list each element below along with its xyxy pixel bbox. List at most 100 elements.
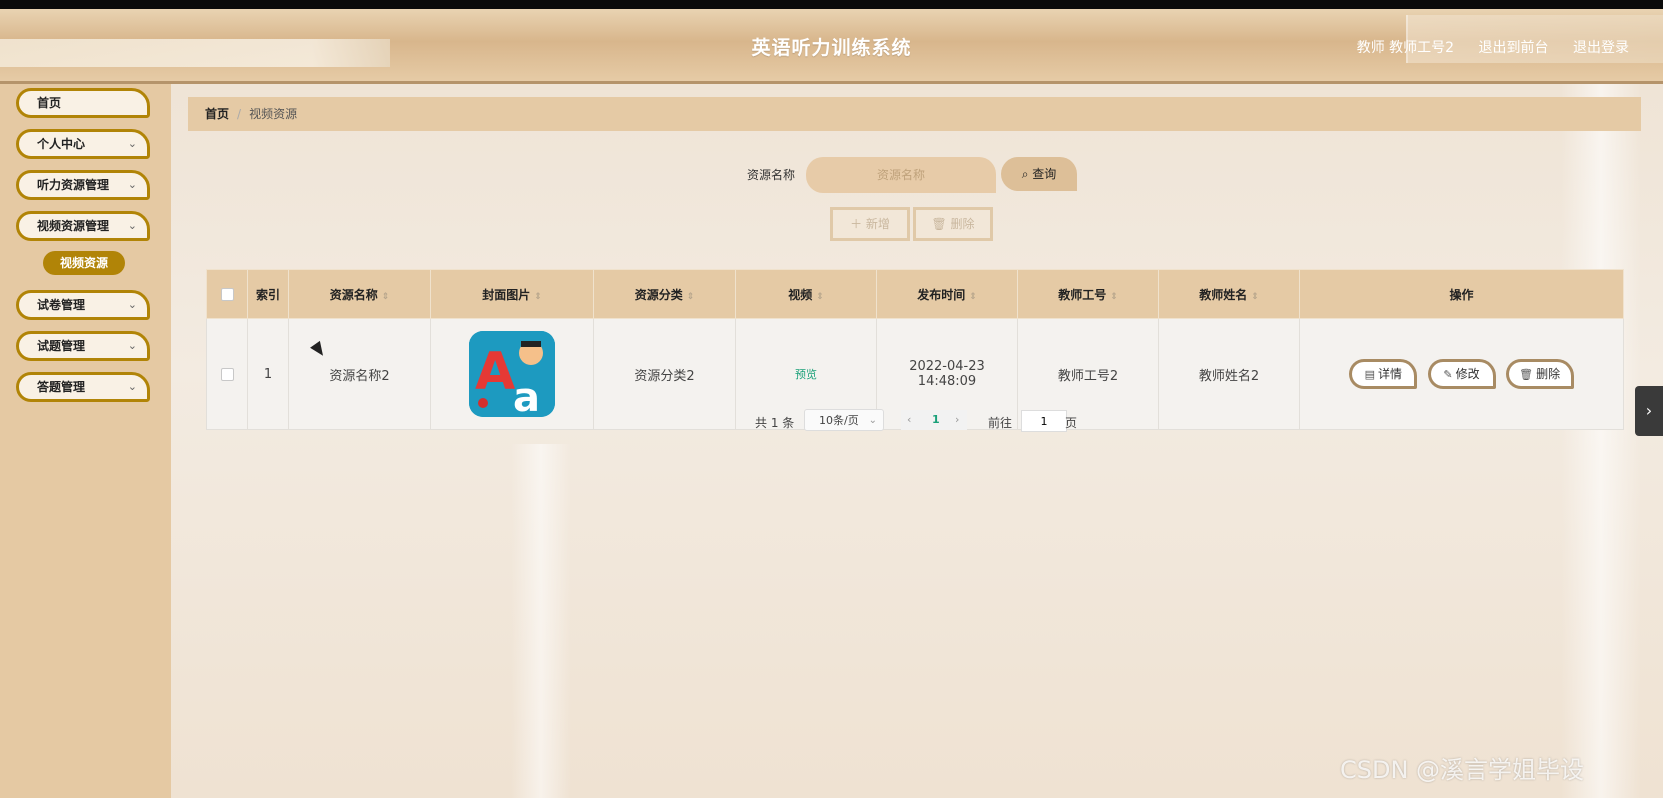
alphabet-cover-icon: A a xyxy=(469,331,555,417)
edit-button[interactable]: ✎ 修改 xyxy=(1427,359,1496,389)
column-header-index: 索引 xyxy=(247,269,289,319)
sidebar-item-label: 视频资源管理 xyxy=(37,219,110,233)
sort-icon[interactable]: ⇕ xyxy=(382,292,390,302)
svg-text:a: a xyxy=(513,375,540,417)
search-icon: ⌕ xyxy=(1021,167,1029,181)
sidebar-item-papers[interactable]: 试卷管理 ⌄ xyxy=(16,290,150,320)
sort-icon[interactable]: ⇕ xyxy=(816,292,824,302)
chevron-down-icon: ⌄ xyxy=(868,415,877,426)
add-button[interactable]: ＋ 新增 xyxy=(830,207,910,241)
column-header-teacher-id[interactable]: 教师工号 ⇕ xyxy=(1017,269,1159,319)
cover-image[interactable]: A a xyxy=(469,331,555,417)
sort-icon[interactable]: ⇕ xyxy=(1251,292,1259,302)
pagination-nav: ‹ 1 › xyxy=(901,410,967,430)
breadcrumb: 首页 / 视频资源 xyxy=(188,97,1641,131)
goto-prefix: 前往 xyxy=(988,416,1013,430)
current-user-label: 教师 教师工号2 xyxy=(1356,40,1455,56)
sort-icon[interactable]: ⇕ xyxy=(534,292,542,302)
breadcrumb-separator: / xyxy=(237,107,242,121)
name-cell: 资源名称2 xyxy=(288,318,431,430)
top-bar xyxy=(0,0,1663,9)
column-label: 索引 xyxy=(255,287,280,302)
batch-delete-button[interactable]: 🗑 删除 xyxy=(913,207,993,241)
row-select-cell xyxy=(206,318,248,430)
trash-icon: 🗑 xyxy=(1519,368,1534,381)
watermark: CSDN @溪言学姐毕设 xyxy=(1340,756,1585,784)
chevron-right-icon: › xyxy=(1645,401,1653,420)
back-to-front-link[interactable]: 退出到前台 xyxy=(1479,40,1549,56)
page-number[interactable]: 1 xyxy=(932,410,940,430)
sidebar-item-label: 听力资源管理 xyxy=(37,178,110,192)
column-header-cover[interactable]: 封面图片 ⇕ xyxy=(430,269,594,319)
page-size-select[interactable]: 10条/页 ⌄ xyxy=(804,409,884,431)
chevron-down-icon: ⌄ xyxy=(127,380,137,393)
edit-button-label: 修改 xyxy=(1455,367,1480,381)
column-label: 操作 xyxy=(1449,287,1474,302)
background-light xyxy=(511,444,571,798)
side-expand-tab[interactable]: › xyxy=(1635,386,1663,436)
sidebar-item-video-resources[interactable]: 视频资源管理 ⌄ xyxy=(16,211,150,241)
cover-cell: A a xyxy=(430,318,594,430)
pagination-total: 共 1 条 xyxy=(755,416,795,430)
document-icon: ▤ xyxy=(1364,368,1376,381)
goto-suffix: 页 xyxy=(1065,416,1078,430)
column-header-video[interactable]: 视频 ⇕ xyxy=(735,269,877,319)
delete-button-label: 删除 xyxy=(1536,367,1561,381)
search-button[interactable]: ⌕ 查询 xyxy=(1001,157,1077,191)
sidebar-item-questions[interactable]: 试题管理 ⌄ xyxy=(16,331,150,361)
column-header-name[interactable]: 资源名称 ⇕ xyxy=(288,269,431,319)
teacher-name-cell: 教师姓名2 xyxy=(1158,318,1300,430)
plus-icon: ＋ xyxy=(850,217,863,231)
sort-icon[interactable]: ⇕ xyxy=(969,292,977,302)
column-label: 教师工号 xyxy=(1058,287,1107,302)
search-label: 资源名称 xyxy=(747,168,796,182)
chevron-down-icon: ⌄ xyxy=(127,219,137,232)
column-header-actions: 操作 xyxy=(1299,269,1624,319)
logout-link[interactable]: 退出登录 xyxy=(1573,40,1629,56)
sidebar: 首页 个人中心 ⌄ 听力资源管理 ⌄ 视频资源管理 ⌄ 视频资源 试卷管理 ⌄ … xyxy=(0,84,172,798)
prev-page-icon[interactable]: ‹ xyxy=(907,410,911,430)
goto-page-input[interactable] xyxy=(1021,410,1067,432)
column-label: 教师姓名 xyxy=(1199,287,1248,302)
column-header-teacher-name[interactable]: 教师姓名 ⇕ xyxy=(1158,269,1300,319)
sidebar-item-label: 试卷管理 xyxy=(37,298,86,312)
search-input[interactable] xyxy=(806,157,996,193)
column-label: 发布时间 xyxy=(917,287,966,302)
sidebar-item-label: 答题管理 xyxy=(37,380,86,394)
next-page-icon[interactable]: › xyxy=(955,410,959,430)
pencil-icon: ✎ xyxy=(1443,368,1453,381)
row-checkbox[interactable] xyxy=(220,367,234,381)
table-header-row: 索引 资源名称 ⇕ 封面图片 ⇕ 资源分类 ⇕ 视频 ⇕ 发布时间 ⇕ 教师工号 ⇕ 教师姓… xyxy=(206,269,1624,319)
main-content: 首页 / 视频资源 资源名称 ⌕ 查询 ＋ 新增 🗑 删除 索引 资源名称 ⇕ 封面图… xyxy=(171,84,1663,798)
column-header-category[interactable]: 资源分类 ⇕ xyxy=(593,269,736,319)
sidebar-item-personal-center[interactable]: 个人中心 ⌄ xyxy=(16,129,150,159)
delete-button[interactable]: 🗑 删除 xyxy=(1505,359,1574,389)
column-header-time[interactable]: 发布时间 ⇕ xyxy=(876,269,1018,319)
trash-icon: 🗑 xyxy=(931,217,947,231)
video-preview-link[interactable]: 预览 xyxy=(795,368,817,381)
video-resource-table: 索引 资源名称 ⇕ 封面图片 ⇕ 资源分类 ⇕ 视频 ⇕ 发布时间 ⇕ 教师工号 ⇕ 教师姓… xyxy=(206,269,1624,430)
detail-button[interactable]: ▤ 详情 xyxy=(1349,359,1418,389)
detail-button-label: 详情 xyxy=(1378,367,1403,381)
sidebar-item-listening-resources[interactable]: 听力资源管理 ⌄ xyxy=(16,170,150,200)
app-header: 英语听力训练系统 教师 教师工号2 退出到前台 退出登录 xyxy=(0,9,1663,84)
sidebar-item-answers[interactable]: 答题管理 ⌄ xyxy=(16,372,150,402)
chevron-down-icon: ⌄ xyxy=(127,339,137,352)
breadcrumb-home[interactable]: 首页 xyxy=(205,107,229,121)
sidebar-item-label: 首页 xyxy=(37,96,62,110)
chevron-down-icon: ⌄ xyxy=(127,298,137,311)
select-all-checkbox[interactable] xyxy=(220,288,234,301)
chevron-down-icon: ⌄ xyxy=(127,137,137,150)
sidebar-subitem-video-resource[interactable]: 视频资源 xyxy=(43,251,125,275)
background-light xyxy=(1561,84,1641,798)
sort-icon[interactable]: ⇕ xyxy=(1110,292,1118,302)
column-label: 资源名称 xyxy=(329,287,378,302)
select-all-cell xyxy=(206,269,248,319)
breadcrumb-current: 视频资源 xyxy=(249,107,298,121)
header-user-nav: 教师 教师工号2 退出到前台 退出登录 xyxy=(1357,37,1629,57)
page-size-value: 10条/页 xyxy=(819,414,859,427)
column-label: 视频 xyxy=(788,287,813,302)
sort-icon[interactable]: ⇕ xyxy=(687,292,695,302)
sidebar-item-home[interactable]: 首页 xyxy=(16,88,150,118)
chevron-down-icon: ⌄ xyxy=(127,178,137,191)
